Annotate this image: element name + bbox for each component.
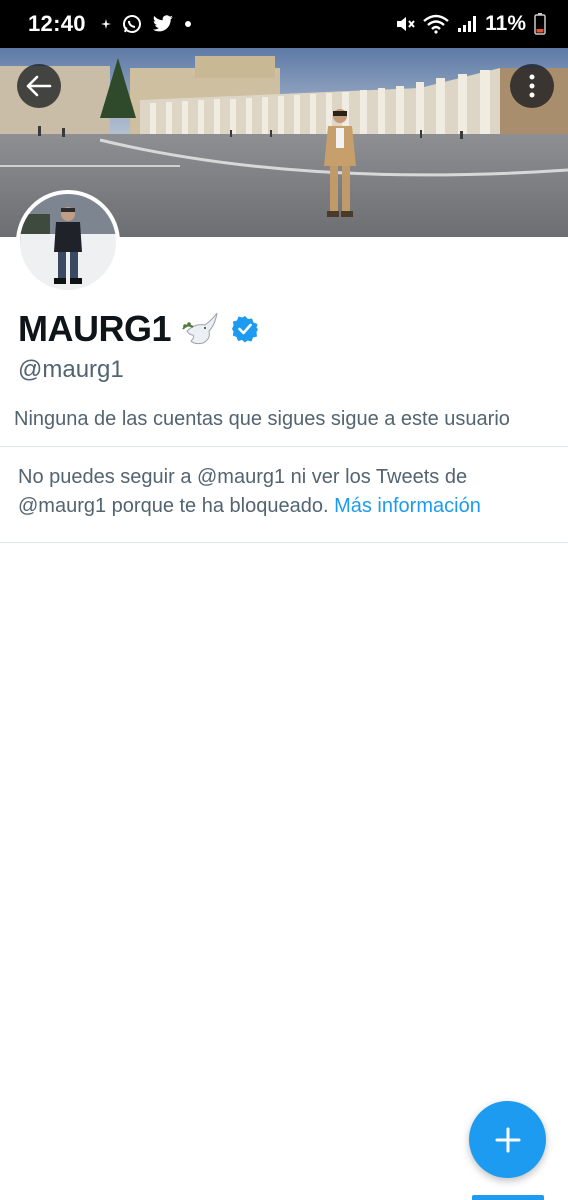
mute-icon (395, 14, 415, 34)
avatar-photo (20, 194, 116, 290)
verified-badge-icon[interactable] (231, 315, 259, 343)
back-arrow-icon (26, 75, 52, 97)
divider (0, 446, 568, 447)
status-bar: 12:40 11% (0, 0, 568, 48)
battery-percent: 11% (485, 12, 526, 35)
signal-icon (457, 15, 477, 33)
whatsapp-icon (122, 14, 142, 34)
dove-icon (181, 309, 221, 349)
status-time: 12:40 (28, 11, 86, 36)
twitter-icon (152, 15, 174, 33)
status-left-icons (100, 14, 192, 34)
notification-dot-icon (100, 18, 112, 30)
back-button[interactable] (17, 64, 61, 108)
dot-icon (184, 20, 192, 28)
more-vertical-icon (529, 74, 535, 98)
followers-you-know-note: Ninguna de las cuentas que sigues sigue … (14, 408, 510, 430)
more-options-button[interactable] (510, 64, 554, 108)
display-name-row: MAURG1 (18, 308, 259, 350)
plus-icon (494, 1126, 522, 1154)
user-handle: @maurg1 (18, 356, 124, 383)
battery-icon (534, 13, 546, 35)
blocked-message: No puedes seguir a @maurg1 ni ver los Tw… (18, 463, 538, 521)
more-info-link[interactable]: Más información (334, 495, 481, 517)
avatar[interactable] (16, 190, 120, 294)
display-name: MAURG1 (18, 308, 172, 349)
wifi-icon (423, 14, 449, 34)
bottom-tab-indicator (472, 1195, 544, 1200)
compose-tweet-button[interactable] (469, 1101, 546, 1178)
divider (0, 542, 568, 543)
status-right-icons: 11% (395, 12, 546, 36)
